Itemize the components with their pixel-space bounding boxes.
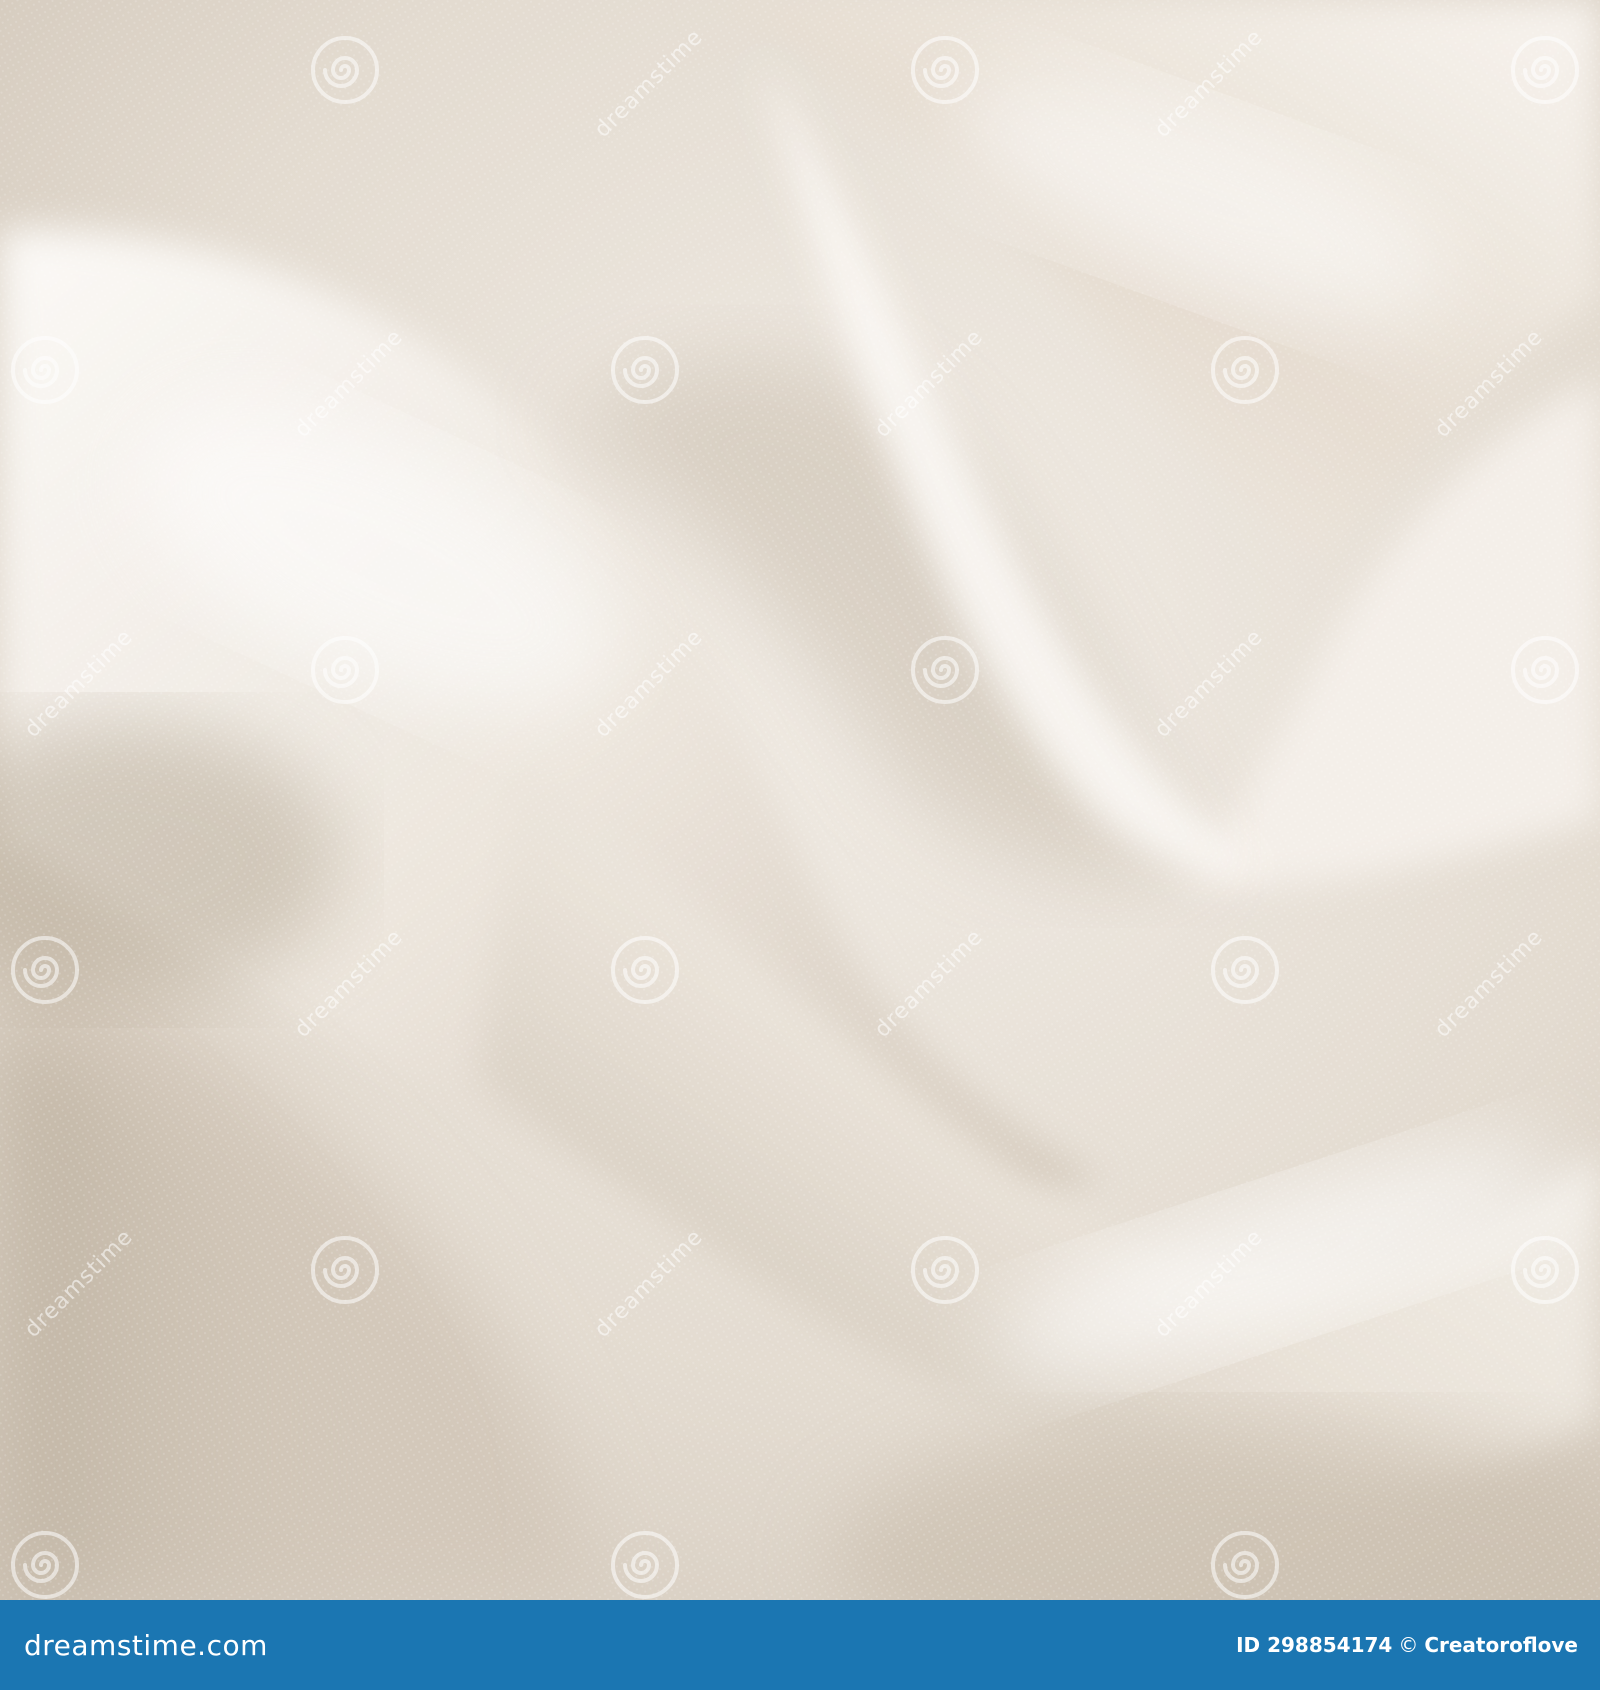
- photo-credit-bar: dreamstime.com ID 298854174 © Creatorofl…: [0, 1600, 1600, 1690]
- copyright-icon: ©: [1398, 1633, 1419, 1657]
- stock-photo-page: dreamstime dreamstime dreamstime dreamstime…: [0, 0, 1600, 1690]
- fabric-photo: dreamstime dreamstime dreamstime dreamstime…: [0, 0, 1600, 1600]
- brand-label: dreamstime.com: [24, 1628, 268, 1662]
- brand-link[interactable]: dreamstime.com: [24, 1629, 268, 1662]
- fabric-drapery-image: [0, 0, 1600, 1600]
- photo-meta: ID 298854174 © Creatoroflove: [1236, 1633, 1578, 1657]
- author-name[interactable]: Creatoroflove: [1424, 1633, 1578, 1657]
- photo-id: ID 298854174: [1236, 1633, 1393, 1657]
